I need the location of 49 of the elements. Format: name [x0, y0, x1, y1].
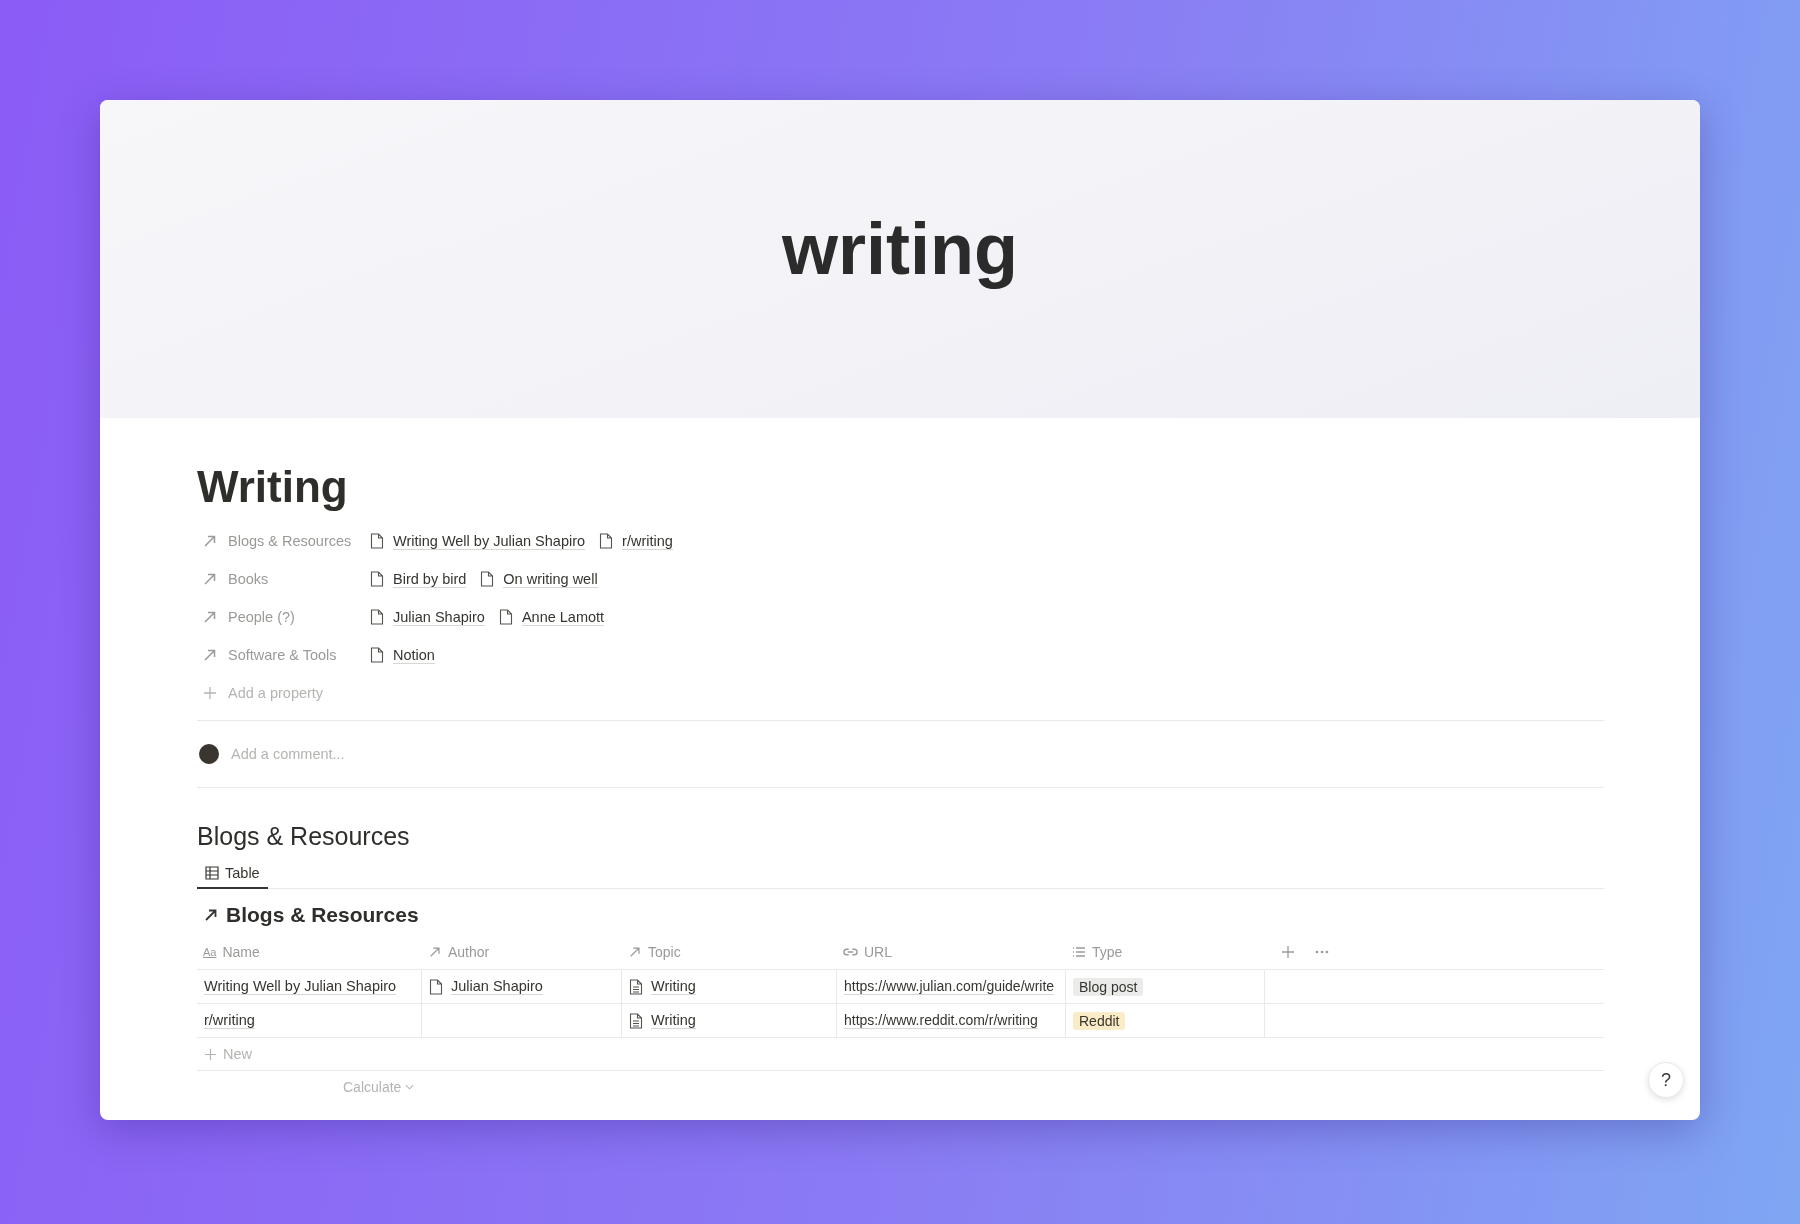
arrow-icon — [203, 907, 219, 923]
table-title: Blogs & Resources — [226, 903, 419, 927]
row-title[interactable]: r/writing — [204, 1012, 255, 1029]
page-icon — [599, 533, 614, 549]
page-link[interactable]: Bird by bird — [393, 570, 467, 588]
document-icon — [629, 978, 643, 995]
arrow-icon — [202, 571, 218, 587]
page-icon — [429, 978, 443, 995]
url-link[interactable]: https://www.reddit.com/r/writing — [844, 1012, 1038, 1029]
type-tag: Reddit — [1073, 1011, 1126, 1030]
link-icon — [843, 946, 858, 958]
help-button[interactable]: ? — [1648, 1062, 1684, 1098]
page-icon — [498, 609, 513, 625]
more-icon[interactable] — [1315, 950, 1329, 954]
section-heading: Blogs & Resources — [197, 822, 411, 851]
document-icon — [629, 1012, 643, 1029]
page-title: Writing — [197, 462, 349, 512]
page-icon — [370, 533, 384, 549]
page-link[interactable]: On writing well — [503, 570, 598, 588]
page-link[interactable]: r/writing — [622, 532, 673, 550]
plus-icon — [202, 685, 218, 701]
page-link[interactable]: Writing — [651, 978, 696, 995]
page-link[interactable]: Writing — [651, 1012, 696, 1029]
arrow-icon — [628, 945, 642, 959]
page-icon — [480, 571, 495, 587]
plus-icon[interactable] — [1281, 945, 1295, 959]
table-icon — [205, 866, 219, 880]
page-icon — [370, 571, 384, 587]
avatar — [199, 744, 219, 764]
type-tag: Blog post — [1073, 977, 1144, 996]
arrow-icon — [428, 945, 442, 959]
row-title[interactable]: Writing Well by Julian Shapiro — [204, 978, 397, 995]
page-link[interactable]: Anne Lamott — [521, 608, 605, 626]
chevron-down-icon — [405, 1084, 415, 1090]
page-link[interactable]: Julian Shapiro — [393, 608, 485, 626]
arrow-icon — [202, 609, 218, 625]
cover-title: writing — [782, 208, 1018, 290]
url-link[interactable]: https://www.julian.com/guide/write — [844, 978, 1055, 995]
list-icon — [1072, 946, 1086, 958]
arrow-icon — [202, 647, 218, 663]
page-icon — [370, 609, 384, 625]
page-icon — [370, 647, 384, 663]
plus-icon — [204, 1047, 217, 1061]
page-link[interactable]: Julian Shapiro — [451, 978, 543, 995]
view-tab[interactable]: Table — [197, 859, 268, 889]
text-icon: Aa — [203, 946, 217, 958]
arrow-icon — [202, 533, 218, 549]
page-link[interactable]: Writing Well by Julian Shapiro — [393, 532, 586, 550]
page-link[interactable]: Notion — [393, 646, 435, 664]
